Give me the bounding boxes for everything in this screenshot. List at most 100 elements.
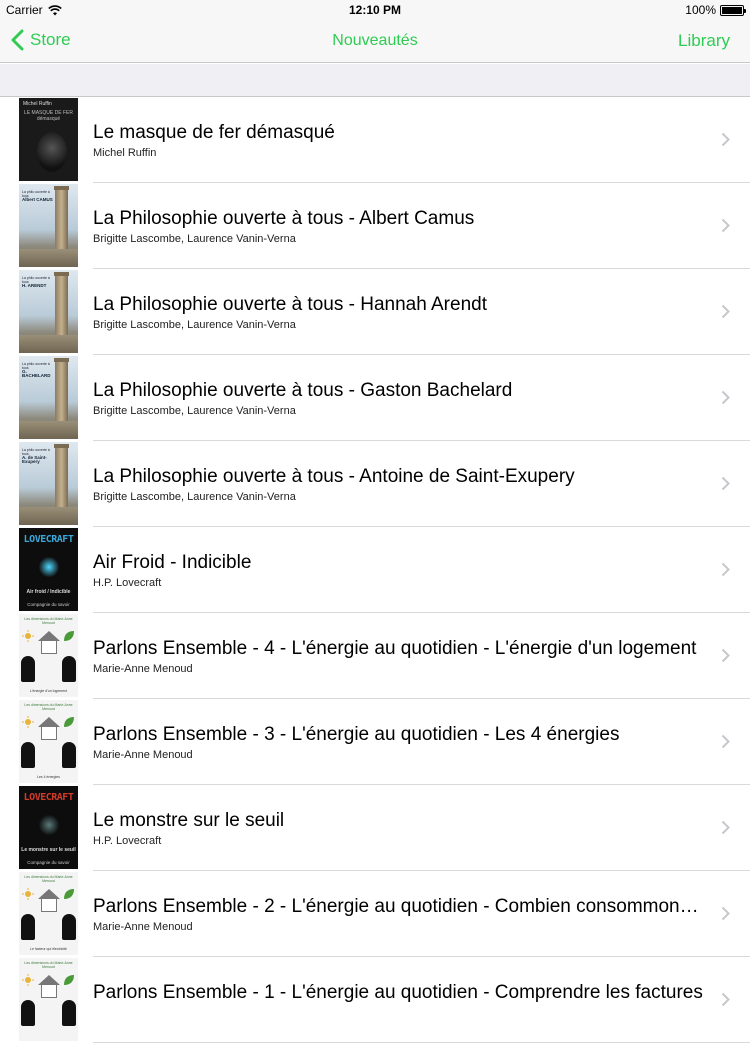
library-button[interactable]: Library [678, 31, 730, 51]
book-cover: Les dimensions du Marie-Anne Menoud L'éne… [19, 614, 78, 697]
leaf-icon [64, 889, 74, 899]
cover-tower [54, 444, 69, 516]
book-author: Marie-Anne Menoud [93, 663, 193, 675]
book-cover: La philo ouverte à tous H. ARENDT [19, 270, 78, 353]
book-row[interactable]: Les dimensions du Marie-Anne Menoud L'éne… [0, 613, 750, 699]
cover-name: Albert CAMUS [22, 197, 53, 202]
book-title: Le monstre sur le seuil [93, 810, 285, 831]
silhouette-left [21, 914, 35, 940]
book-author: Brigitte Lascombe, Laurence Vanin-Verna [93, 319, 296, 331]
book-cover: La philo ouverte à tous G. BACHELARD [19, 356, 78, 439]
book-author: H.P. Lovecraft [93, 577, 162, 589]
status-bar: Carrier 12:10 PM 100% [0, 0, 750, 20]
leaf-icon [64, 717, 74, 727]
book-cover: Les dimensions du Marie-Anne Menoud Les 4… [19, 700, 78, 783]
cover-publisher: Compagnie du savoir [27, 860, 70, 865]
book-title: La Philosophie ouverte à tous - Gaston B… [93, 380, 513, 401]
book-list: Michel Ruffin LE MASQUE DE FER démasqué Le… [0, 97, 750, 1043]
silhouette-left [21, 742, 35, 768]
book-title: Le masque de fer démasqué [93, 122, 335, 143]
book-title: Parlons Ensemble - 2 - L'énergie au quot… [93, 896, 708, 917]
clock: 12:10 PM [348, 3, 402, 17]
cover-footer: Le facteur qui électricité [30, 947, 67, 951]
leaf-icon [64, 975, 74, 985]
book-row[interactable]: Les dimensions du Marie-Anne Menoud Les 4… [0, 699, 750, 785]
sun-icon [22, 630, 34, 642]
battery-percent: 100% [685, 3, 716, 17]
cover-brand: LOVECRAFT [23, 534, 74, 545]
cover-header: Les dimensions du Marie-Anne Menoud [24, 875, 73, 883]
cover-name: G. BACHELARD [22, 369, 51, 378]
cover-subtitle: Air froid / Indicible [26, 589, 71, 595]
cover-footer: L'énergie d'un logement [29, 689, 68, 693]
chevron-right-icon [721, 906, 730, 921]
book-cover: Michel Ruffin LE MASQUE DE FER démasqué [19, 98, 78, 181]
book-title: Parlons Ensemble - 1 - L'énergie au quot… [93, 982, 703, 1003]
cover-tower [54, 186, 69, 258]
cover-name: A. de Saint-Exupery [22, 455, 47, 464]
book-title: La Philosophie ouverte à tous - Antoine … [93, 466, 575, 487]
cover-header: Les dimensions du Marie-Anne Menoud [24, 961, 73, 969]
chevron-right-icon [721, 562, 730, 577]
silhouette-right [62, 914, 76, 940]
book-title: Parlons Ensemble - 4 - L'énergie au quot… [93, 638, 697, 659]
cover-glow [39, 814, 59, 836]
chevron-right-icon [721, 218, 730, 233]
chevron-right-icon [721, 648, 730, 663]
house-icon [41, 640, 57, 654]
book-author: Brigitte Lascombe, Laurence Vanin-Verna [93, 405, 296, 417]
cover-text: La philo ouverte à tous A. de Saint-Exupe… [22, 448, 54, 464]
battery-status: 100% [685, 3, 746, 17]
cover-ruins [19, 249, 78, 267]
book-cover: LOVECRAFT Air froid / Indicible Compagnie … [19, 528, 78, 611]
navigation-bar: Store Nouveautés Library [0, 20, 750, 63]
book-author: H.P. Lovecraft [93, 835, 162, 847]
book-cover: La philo ouverte à tous A. de Saint-Exupe… [19, 442, 78, 525]
book-cover: LOVECRAFT Le monstre sur le seuil Compagni… [19, 786, 78, 869]
leaf-icon [64, 631, 74, 641]
cover-tower [54, 358, 69, 430]
book-title: La Philosophie ouverte à tous - Albert C… [93, 208, 475, 229]
chevron-right-icon [721, 390, 730, 405]
book-title: Air Froid - Indicible [93, 552, 252, 573]
sun-icon [22, 888, 34, 900]
chevron-right-icon [721, 820, 730, 835]
book-row[interactable]: LOVECRAFT Air froid / Indicible Compagnie … [0, 527, 750, 613]
cover-ruins [19, 507, 78, 525]
book-row[interactable]: LOVECRAFT Le monstre sur le seuil Compagni… [0, 785, 750, 871]
silhouette-left [21, 1000, 35, 1026]
cover-text: La philo ouverte à tous H. ARENDT [22, 276, 54, 288]
cover-ruins [19, 335, 78, 353]
book-title: Parlons Ensemble - 3 - L'énergie au quot… [93, 724, 620, 745]
book-row[interactable]: Michel Ruffin LE MASQUE DE FER démasqué Le… [0, 97, 750, 183]
cover-text: La philo ouverte à tous Albert CAMUS [22, 190, 54, 202]
cover-subtitle: Le monstre sur le seuil [21, 847, 76, 853]
book-title: La Philosophie ouverte à tous - Hannah A… [93, 294, 487, 315]
silhouette-right [62, 1000, 76, 1026]
book-author: Brigitte Lascombe, Laurence Vanin-Verna [93, 233, 296, 245]
section-header [0, 64, 750, 97]
book-cover: La philo ouverte à tous Albert CAMUS [19, 184, 78, 267]
cover-header: Les dimensions du Marie-Anne Menoud [24, 703, 73, 711]
chevron-right-icon [721, 476, 730, 491]
book-row[interactable]: La philo ouverte à tous H. ARENDT La Philo… [0, 269, 750, 355]
page-title: Nouveautés [332, 32, 418, 49]
cover-brand: LOVECRAFT [23, 792, 74, 803]
book-author: Brigitte Lascombe, Laurence Vanin-Verna [93, 491, 296, 503]
sun-icon [22, 716, 34, 728]
house-icon [41, 984, 57, 998]
house-icon [41, 726, 57, 740]
chevron-right-icon [721, 304, 730, 319]
book-author: Marie-Anne Menoud [93, 749, 193, 761]
book-row[interactable]: Les dimensions du Marie-Anne Menoud Le fa… [0, 871, 750, 957]
book-row[interactable]: La philo ouverte à tous G. BACHELARD La Ph… [0, 355, 750, 441]
book-author: Michel Ruffin [93, 147, 157, 159]
silhouette-right [62, 742, 76, 768]
cover-title: LE MASQUE DE FER démasqué [24, 110, 73, 122]
cover-text: La philo ouverte à tous G. BACHELARD [22, 362, 54, 378]
book-row[interactable]: Les dimensions du Marie-Anne Menoud Parlo… [0, 957, 750, 1043]
book-row[interactable]: La philo ouverte à tous A. de Saint-Exupe… [0, 441, 750, 527]
cover-author: Michel Ruffin [23, 101, 52, 107]
house-icon [41, 898, 57, 912]
book-row[interactable]: La philo ouverte à tous Albert CAMUS La Ph… [0, 183, 750, 269]
